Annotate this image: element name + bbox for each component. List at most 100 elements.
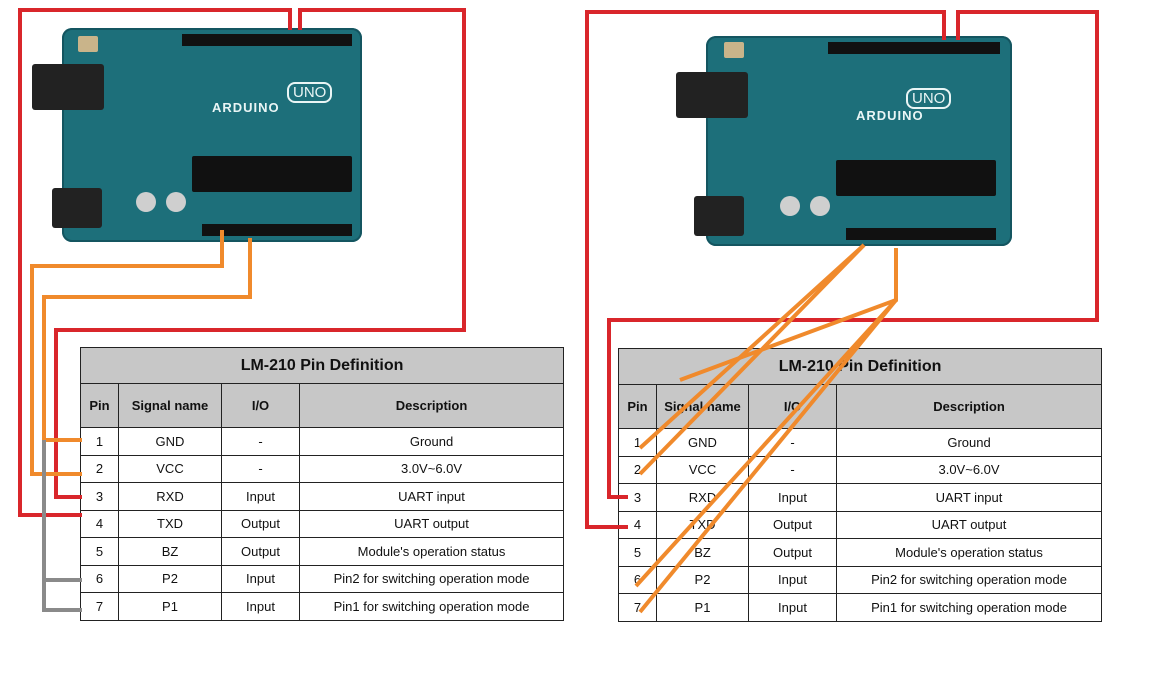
- arduino-logo: ARDUINO: [856, 108, 924, 123]
- io-cell: -: [221, 427, 300, 456]
- pin-number-cell: 7: [618, 593, 657, 622]
- table-title: LM-210 Pin Definition: [79, 347, 565, 384]
- signal-name-cell: RXD: [656, 483, 749, 512]
- description-cell: UART input: [298, 482, 565, 511]
- table-row: 7 P1 Input Pin1 for switching operation mod…: [618, 593, 1103, 622]
- arduino-board-right: ARDUINO UNO: [676, 36, 1012, 246]
- description-cell: UART input: [835, 483, 1103, 512]
- header-description: Description: [835, 384, 1103, 429]
- usb-port: [676, 72, 748, 118]
- table-row: 6 P2 Input Pin2 for switching operation mod…: [80, 564, 565, 593]
- io-cell: -: [748, 428, 837, 457]
- table-row: 4 TXD Output UART output: [80, 509, 565, 538]
- table-row: 2 VCC -3.0V~6.0V: [80, 454, 565, 483]
- io-cell: Input: [748, 483, 837, 512]
- usb-port: [32, 64, 104, 110]
- pin-number-cell: 7: [80, 592, 119, 621]
- gray-wire: [42, 440, 82, 612]
- signal-name-cell: RXD: [118, 482, 222, 511]
- capacitor: [810, 196, 830, 216]
- microcontroller-chip: [836, 160, 996, 196]
- signal-name-cell: P2: [118, 564, 222, 593]
- header-io: I/O: [221, 383, 300, 428]
- description-cell: Module's operation status: [835, 538, 1103, 567]
- io-cell: -: [748, 455, 837, 484]
- description-cell: UART output: [835, 510, 1103, 539]
- signal-name-cell: BZ: [118, 537, 222, 566]
- header-description: Description: [298, 383, 565, 428]
- power-analog-header: [846, 228, 996, 240]
- digital-header: [182, 34, 352, 46]
- io-cell: Input: [221, 482, 300, 511]
- pin-number-cell: 2: [618, 455, 657, 484]
- signal-name-cell: VCC: [656, 455, 749, 484]
- header-pin: Pin: [80, 383, 119, 428]
- header-io: I/O: [748, 384, 837, 429]
- description-cell: Ground: [298, 427, 565, 456]
- pin-number-cell: 4: [618, 510, 657, 539]
- header-signal-name: Signal name: [656, 384, 749, 429]
- table-row: 3 RXD Input UART input: [80, 482, 565, 511]
- io-cell: Output: [748, 510, 837, 539]
- arduino-logo: ARDUINO: [212, 100, 280, 115]
- io-cell: Output: [221, 509, 300, 538]
- io-cell: Output: [221, 537, 300, 566]
- description-cell: Pin1 for switching operation mode: [298, 592, 565, 621]
- signal-name-cell: TXD: [118, 509, 222, 538]
- pin-number-cell: 5: [618, 538, 657, 567]
- table-row: 5 BZ Output Module's operation status: [618, 538, 1103, 567]
- description-cell: UART output: [298, 509, 565, 538]
- io-cell: Output: [748, 538, 837, 567]
- digital-header: [828, 42, 1000, 54]
- capacitor: [780, 196, 800, 216]
- signal-name-cell: BZ: [656, 538, 749, 567]
- board-model-label: UNO: [906, 88, 952, 109]
- pin-number-cell: 6: [80, 564, 119, 593]
- capacitor: [166, 192, 186, 212]
- pin-definition-table-right: LM-210 Pin Definition Pin Signal name I/…: [617, 348, 1103, 622]
- pin-number-cell: 6: [618, 565, 657, 594]
- table-row: 1 GND - Ground: [80, 427, 565, 456]
- signal-name-cell: P2: [656, 565, 749, 594]
- signal-name-cell: GND: [118, 427, 222, 456]
- table-title: LM-210 Pin Definition: [617, 348, 1103, 385]
- table-row: 4 TXD Output UART output: [618, 510, 1103, 539]
- signal-name-cell: GND: [656, 428, 749, 457]
- pin-number-cell: 1: [618, 428, 657, 457]
- table-row: 7 P1 Input Pin1 for switching operation mod…: [80, 592, 565, 621]
- board-model-label: UNO: [287, 82, 333, 103]
- reset-button: [724, 42, 744, 58]
- signal-name-cell: P1: [118, 592, 222, 621]
- pin-number-cell: 2: [80, 454, 119, 483]
- pin-number-cell: 1: [80, 427, 119, 456]
- pin-number-cell: 4: [80, 509, 119, 538]
- table-row: 1 GND - Ground: [618, 428, 1103, 457]
- table-row: 6 P2 Input Pin2 for switching operation mod…: [618, 565, 1103, 594]
- description-cell: Ground: [835, 428, 1103, 457]
- pin-number-cell: 5: [80, 537, 119, 566]
- arduino-board-left: ARDUINO UNO: [32, 28, 362, 242]
- power-jack: [694, 196, 744, 236]
- signal-name-cell: TXD: [656, 510, 749, 539]
- power-jack: [52, 188, 102, 228]
- pin-number-cell: 3: [618, 483, 657, 512]
- header-pin: Pin: [618, 384, 657, 429]
- capacitor: [136, 192, 156, 212]
- io-cell: Input: [221, 564, 300, 593]
- description-cell: Module's operation status: [298, 537, 565, 566]
- io-cell: Input: [748, 593, 837, 622]
- description-cell: Pin2 for switching operation mode: [298, 564, 565, 593]
- signal-name-cell: VCC: [118, 454, 222, 483]
- pin-definition-table-left: LM-210 Pin Definition Pin Signal name I/…: [79, 347, 565, 621]
- signal-name-cell: P1: [656, 593, 749, 622]
- io-cell: Input: [748, 565, 837, 594]
- description-cell: 3.0V~6.0V: [835, 455, 1103, 484]
- description-cell: 3.0V~6.0V: [298, 454, 565, 483]
- table-row: 3 RXD Input UART input: [618, 483, 1103, 512]
- header-signal-name: Signal name: [118, 383, 222, 428]
- reset-button: [78, 36, 98, 52]
- pin-number-cell: 3: [80, 482, 119, 511]
- description-cell: Pin1 for switching operation mode: [835, 593, 1103, 622]
- io-cell: -: [221, 454, 300, 483]
- table-row: 5 BZ Output Module's operation status: [80, 537, 565, 566]
